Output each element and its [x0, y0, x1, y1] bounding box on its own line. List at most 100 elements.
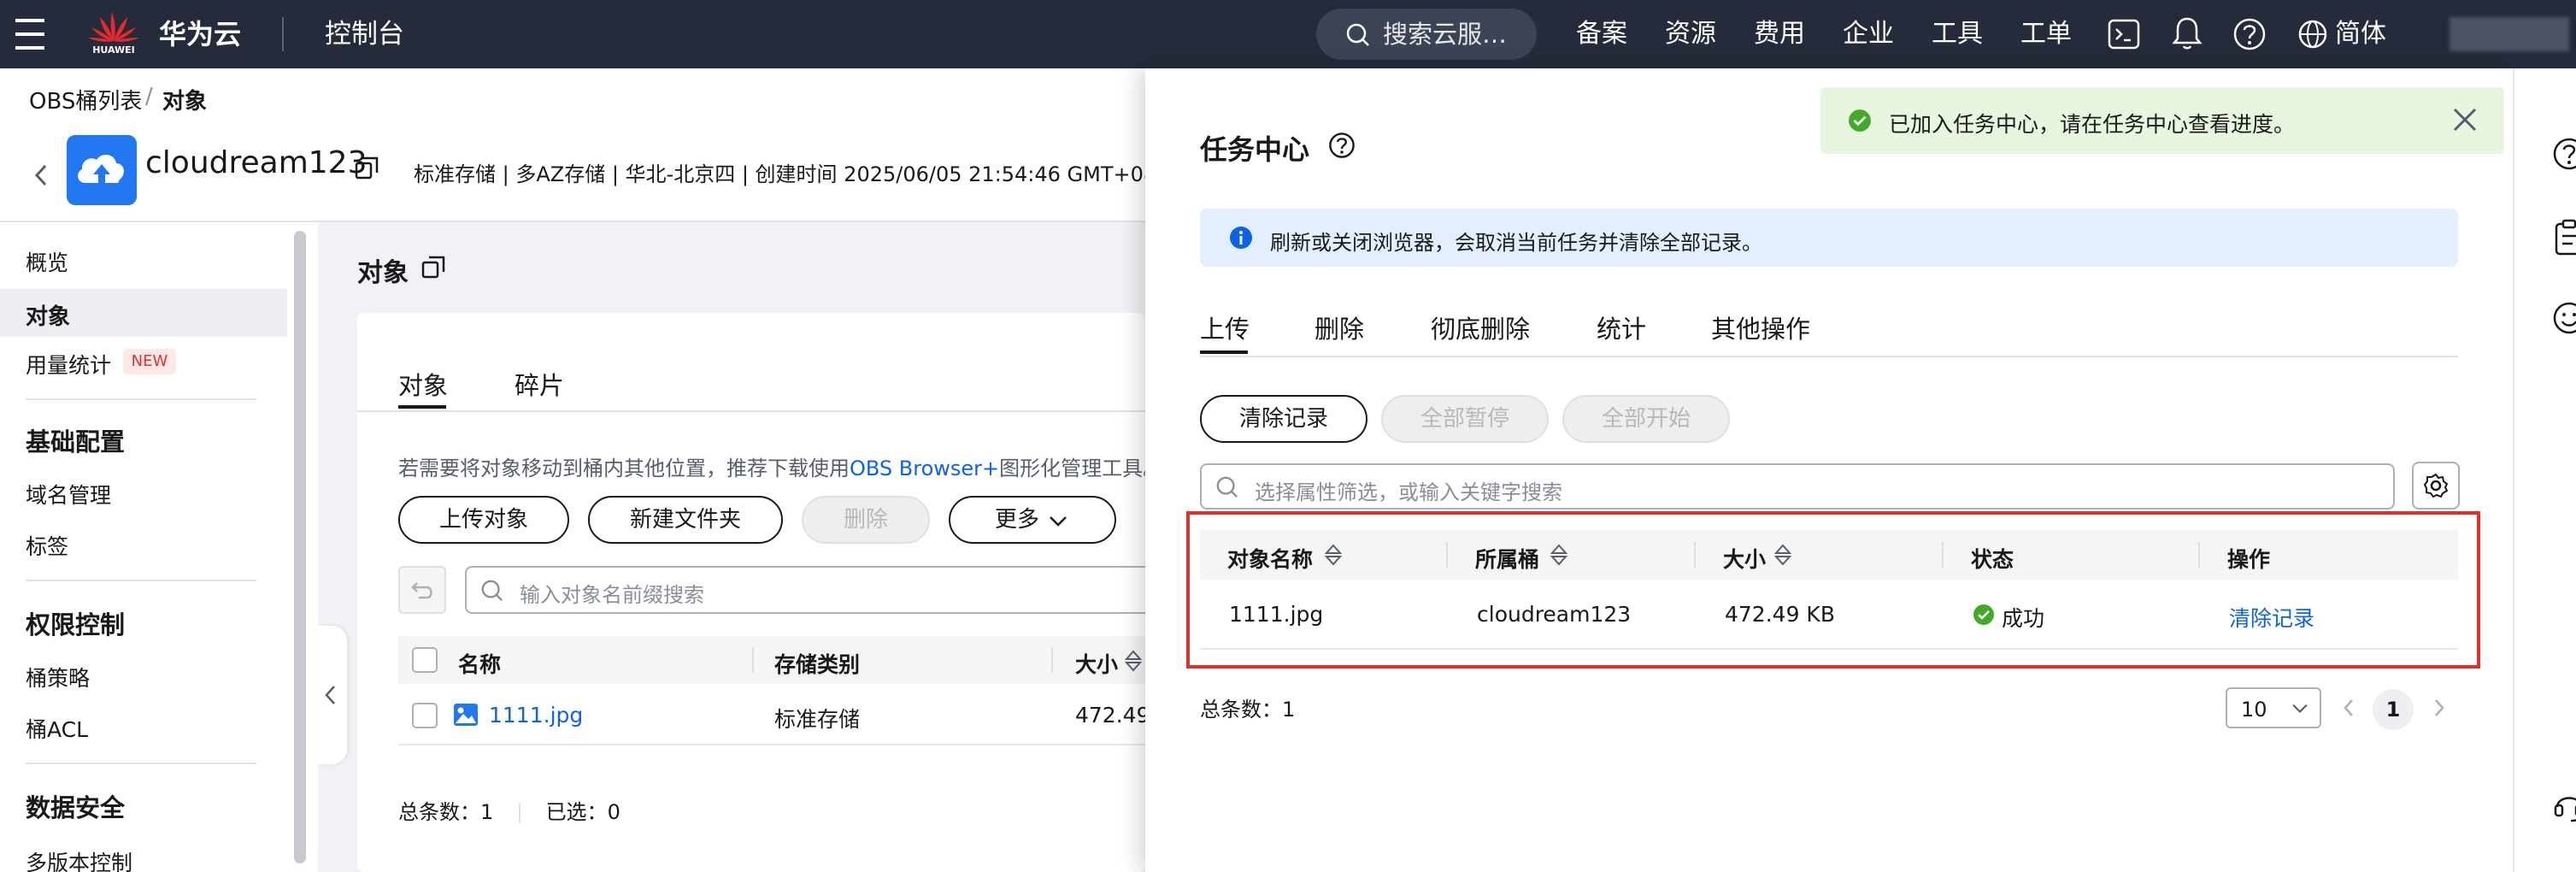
sidebar-item-overview[interactable]: 概览: [26, 246, 68, 277]
globe-icon[interactable]: [2297, 19, 2328, 50]
hint-prefix: 若需要将对象移动到桶内其他位置，推荐下载使用: [398, 457, 850, 480]
section-title-permission: 权限控制: [26, 610, 126, 639]
tab-statistics[interactable]: 统计: [1597, 309, 1646, 345]
page-size-select[interactable]: 10: [2226, 687, 2321, 728]
breadcrumb-parent[interactable]: OBS桶列表: [29, 84, 142, 115]
sidebar-item-versioning[interactable]: 多版本控制: [26, 846, 132, 872]
help-icon[interactable]: [2232, 17, 2267, 51]
column-status: 状态: [1971, 547, 2014, 572]
sort-icon[interactable]: [1125, 650, 1142, 672]
divider: [26, 398, 256, 400]
sidebar-item-tags[interactable]: 标签: [26, 530, 68, 561]
table-settings-button[interactable]: [2412, 462, 2460, 510]
console-link[interactable]: 控制台: [325, 0, 404, 68]
pause-all-button[interactable]: 全部暂停: [1381, 395, 1549, 443]
huawei-logo[interactable]: HUAWEI: [85, 3, 142, 65]
column-storage-class: 存储类别: [774, 652, 861, 677]
bell-icon[interactable]: [2171, 15, 2203, 51]
top-bar: HUAWEI 华为云 控制台 搜索云服… 备案 资源 费用 企业 工具 工单 简…: [0, 0, 2576, 68]
section-title-basic: 基础配置: [26, 427, 126, 457]
more-button[interactable]: 更多: [949, 496, 1116, 544]
sort-icon[interactable]: [1325, 544, 1342, 566]
nav-tools[interactable]: 工具: [1932, 0, 1983, 68]
clear-record-link[interactable]: 清除记录: [2229, 602, 2314, 633]
column-name: 名称: [458, 652, 502, 677]
select-all-checkbox[interactable]: [412, 647, 438, 673]
info-icon: [1230, 227, 1252, 249]
tab-upload[interactable]: 上传: [1200, 309, 1250, 345]
task-status: 成功: [2002, 606, 2045, 631]
account-avatar[interactable]: [2450, 17, 2569, 51]
column-divider: [1446, 542, 1448, 568]
table-row[interactable]: 1111.jpg 标准存储 472.49: [398, 684, 1150, 745]
prev-page-icon[interactable]: [2342, 698, 2355, 718]
sort-icon[interactable]: [1550, 544, 1567, 566]
divider: [518, 803, 520, 823]
sort-icon[interactable]: [1774, 544, 1791, 566]
nav-tickets[interactable]: 工单: [2020, 0, 2072, 68]
copy-icon[interactable]: [354, 156, 379, 181]
sidebar-item-domain[interactable]: 域名管理: [26, 479, 111, 510]
next-page-icon[interactable]: [2432, 698, 2446, 718]
help-icon[interactable]: [1328, 132, 1356, 159]
nav-enterprise[interactable]: 企业: [1843, 0, 1894, 68]
nav-beian[interactable]: 备案: [1576, 0, 1627, 68]
sidebar: 概览 对象 用量统计 NEW 基础配置 域名管理 标签 权限控制 桶策略 桶AC…: [0, 222, 318, 872]
nav-billing[interactable]: 费用: [1754, 0, 1805, 68]
divider: [26, 763, 256, 764]
delete-button[interactable]: 删除: [802, 496, 930, 544]
object-search-input[interactable]: 输入对象名前缀搜索: [465, 566, 1145, 614]
language-switch[interactable]: 简体: [2335, 0, 2386, 68]
size-cell: 472.49: [1075, 703, 1150, 728]
floating-toolbar: [2513, 68, 2576, 872]
success-icon: [1849, 109, 1871, 132]
help-icon[interactable]: [2552, 137, 2576, 171]
object-name-link[interactable]: 1111.jpg: [489, 703, 583, 728]
clipboard-icon[interactable]: [2554, 219, 2576, 256]
tabs-divider: [357, 410, 1145, 412]
storage-class-cell: 标准存储: [774, 707, 861, 732]
column-divider: [2198, 542, 2200, 568]
clear-records-button[interactable]: 清除记录: [1200, 395, 1367, 443]
close-icon[interactable]: [2450, 104, 2480, 135]
upload-object-button[interactable]: 上传对象: [398, 496, 569, 544]
cloud-shell-icon[interactable]: [2108, 19, 2140, 50]
sidebar-item-objects[interactable]: 对象: [0, 289, 287, 337]
row-checkbox[interactable]: [412, 703, 438, 728]
bucket-name: cloudream123: [145, 145, 368, 180]
back-arrow-icon[interactable]: [32, 162, 50, 188]
menu-icon[interactable]: [14, 19, 46, 50]
tab-permanent-delete[interactable]: 彻底删除: [1431, 309, 1530, 345]
sidebar-item-usage[interactable]: 用量统计: [26, 349, 111, 380]
feedback-smile-icon[interactable]: [2552, 301, 2576, 335]
bucket-logo: [67, 135, 137, 205]
task-center-drawer: 任务中心 刷新或关闭浏览器，会取消当前任务并清除全部记录。 上传 删除 彻底删除…: [1145, 68, 2533, 872]
new-folder-button[interactable]: 新建文件夹: [588, 496, 783, 544]
task-filter-input[interactable]: 选择属性筛选，或输入关键字搜索: [1200, 463, 2395, 510]
sidebar-collapse-handle[interactable]: [318, 626, 347, 764]
tab-delete[interactable]: 删除: [1314, 309, 1364, 345]
global-search[interactable]: 搜索云服…: [1316, 9, 1537, 60]
task-summary: 总条数：1: [1200, 692, 1295, 722]
toast-text: 已加入任务中心，请在任务中心查看进度。: [1889, 112, 2296, 137]
tab-objects[interactable]: 对象: [398, 366, 448, 402]
selected-count: 0: [607, 800, 620, 824]
copy-icon[interactable]: [421, 255, 446, 280]
nav-resources[interactable]: 资源: [1665, 0, 1716, 68]
tab-other-operations[interactable]: 其他操作: [1711, 309, 1810, 345]
sidebar-item-bucket-acl[interactable]: 桶ACL: [26, 713, 88, 744]
breadcrumb-current: 对象: [162, 89, 208, 115]
huawei-flower-icon: [88, 12, 139, 42]
start-all-button[interactable]: 全部开始: [1562, 395, 1730, 443]
back-folder-button[interactable]: [398, 566, 446, 614]
new-badge: NEW: [123, 349, 176, 374]
brand-name[interactable]: 华为云: [159, 0, 241, 68]
info-text: 刷新或关闭浏览器，会取消当前任务并清除全部记录。: [1270, 231, 1762, 255]
total-count: 1: [1282, 698, 1296, 722]
customer-service-icon[interactable]: [2552, 787, 2576, 824]
current-page[interactable]: 1: [2373, 689, 2414, 730]
obs-browser-link[interactable]: OBS Browser+: [850, 457, 999, 480]
sidebar-item-bucket-policy[interactable]: 桶策略: [26, 662, 90, 692]
tab-fragments[interactable]: 碎片: [515, 366, 564, 402]
sidebar-scrollbar[interactable]: [294, 231, 306, 863]
